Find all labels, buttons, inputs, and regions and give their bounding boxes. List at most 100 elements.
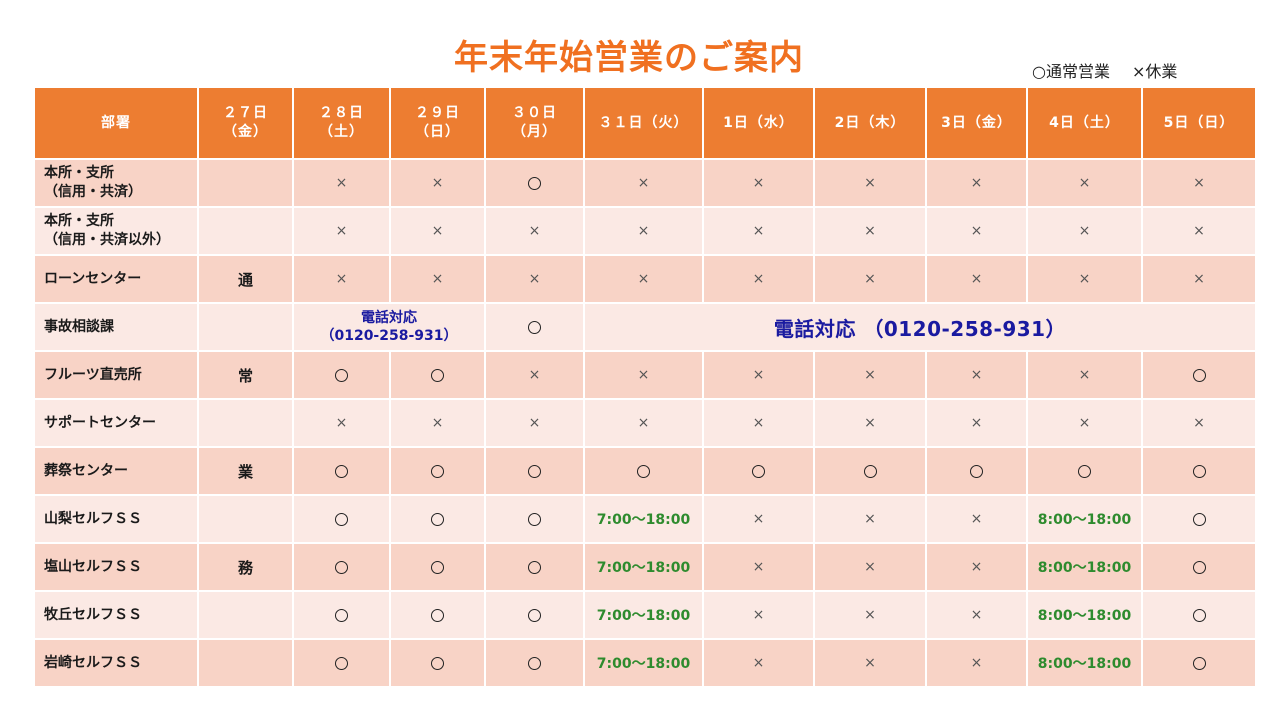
cell-5: × [1141,158,1257,208]
cell-28 [292,494,391,544]
closed-mark: × [970,271,983,287]
cell-5 [1141,542,1257,592]
circle-icon [637,464,650,478]
cell-1: × [702,494,815,544]
cell-29: × [389,398,486,448]
cell-30 [484,542,585,592]
schedule-table: 部署 ２７日 （金） ２８日 （土） ２９日 （日） ３０日 （月） ３１日（火） 1日… [33,86,1257,688]
cell-30: × [484,350,585,400]
dept-name: 岩崎セルフＳＳ [33,638,199,688]
closed-mark: × [528,367,541,383]
cell-30: × [484,206,585,256]
circle-icon [335,560,348,574]
closed-mark: × [752,175,765,191]
cell-2: × [813,206,927,256]
cell-5: × [1141,398,1257,448]
table-row: 岩崎セルフＳＳ 7:00～18:00 × × × 8:00～18:00 [33,638,1257,688]
circle-icon [431,656,444,670]
cell-2: × [813,254,927,304]
closed-mark: × [431,175,444,191]
closed-mark: × [528,415,541,431]
header-31: ３１日（火） [583,86,704,160]
closed-mark: × [637,271,650,287]
cell-27 [197,158,294,208]
closed-mark: × [431,223,444,239]
cell-27 [197,590,294,640]
closed-mark: × [752,271,765,287]
table-row: 事故相談課 電話対応 （0120-258-931） 電話対応 （0120-258-… [33,302,1257,352]
circle-icon [528,512,541,526]
closed-mark: × [864,559,876,575]
cell-1: × [702,638,815,688]
table-row: 山梨セルフＳＳ 7:00～18:00 × × × 8:00～18:00 [33,494,1257,544]
hours-4: 8:00～18:00 [1026,638,1143,688]
legend: ○通常営業 ×休業 [1032,58,1177,82]
hours-31: 7:00～18:00 [583,542,704,592]
closed-mark: × [970,367,983,383]
note-char: 業 [197,446,294,496]
dept-name: 葬祭センター [33,446,199,496]
cell-29 [389,638,486,688]
cell-4: × [1026,350,1143,400]
cell-30 [484,302,585,352]
hours-31: 7:00～18:00 [583,590,704,640]
closed-mark: × [1078,415,1091,431]
closed-mark: × [528,223,541,239]
cell-31: × [583,206,704,256]
closed-mark: × [1078,367,1091,383]
table-row: 塩山セルフＳＳ 務 7:00～18:00 × × × 8:00～18:00 [33,542,1257,592]
phone-note: 電話対応 （0120-258-931） [292,302,486,352]
closed-mark: × [335,223,348,239]
cell-1: × [702,350,815,400]
closed-mark: × [864,511,876,527]
closed-mark: × [970,559,983,575]
cell-28: × [292,254,391,304]
header-1: 1日（水） [702,86,815,160]
note-char: 務 [197,542,294,592]
cell-2: × [813,542,927,592]
circle-icon [528,320,541,334]
circle-icon [431,368,444,382]
cell-30 [484,638,585,688]
table-row: フルーツ直売所 常 × × × × × × [33,350,1257,400]
circle-icon [528,176,541,190]
header-28: ２８日 （土） [292,86,391,160]
cell-1 [702,446,815,496]
closed-mark: × [752,511,765,527]
cell-28: × [292,206,391,256]
cell-2: × [813,398,927,448]
cell-2 [813,446,927,496]
note-char: 常 [197,350,294,400]
circle-icon [335,656,348,670]
closed-mark: × [1078,271,1091,287]
circle-icon [1192,656,1206,670]
circle-icon [431,608,444,622]
header-2: 2日（木） [813,86,927,160]
closed-mark: × [970,511,983,527]
cell-28 [292,446,391,496]
circle-icon [335,464,348,478]
cell-1: × [702,206,815,256]
cell-5 [1141,446,1257,496]
circle-icon [863,464,877,478]
closed-mark: × [752,655,765,671]
cell-28: × [292,158,391,208]
header-3: 3日（金） [925,86,1028,160]
cell-31 [583,446,704,496]
hours-4: 8:00～18:00 [1026,590,1143,640]
cell-2: × [813,158,927,208]
dept-name: 本所・支所 （信用・共済） [33,158,199,208]
closed-mark: × [1193,175,1205,191]
cell-5: × [1141,206,1257,256]
cell-29: × [389,206,486,256]
circle-icon [335,608,348,622]
closed-mark: × [1078,223,1091,239]
cell-3: × [925,158,1028,208]
cell-4: × [1026,158,1143,208]
phone-note-large: 電話対応 （0120-258-931） [583,302,1257,352]
cell-27 [197,638,294,688]
table-row: ローンセンター 通 × × × × × × × × × [33,254,1257,304]
closed-mark: × [864,271,876,287]
circle-icon [528,656,541,670]
cell-27 [197,494,294,544]
